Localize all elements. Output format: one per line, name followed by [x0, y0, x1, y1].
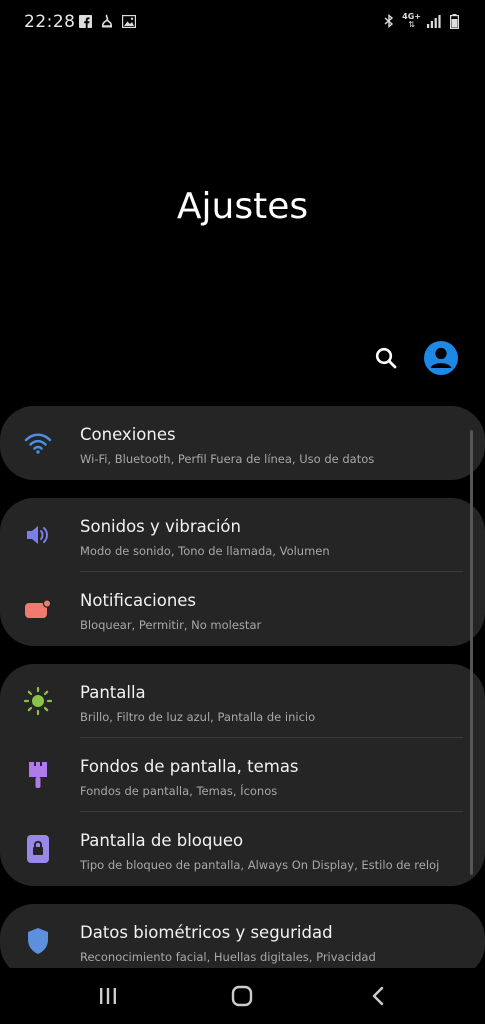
settings-group-display: Pantalla Brillo, Filtro de luz azul, Pan…	[0, 664, 485, 886]
settings-item-pantalla[interactable]: Pantalla Brillo, Filtro de luz azul, Pan…	[0, 664, 485, 738]
settings-item-subtitle: Bloquear, Permitir, No molestar	[80, 618, 262, 632]
settings-item-subtitle: Reconocimiento facial, Huellas digitales…	[80, 950, 376, 964]
brightness-icon	[22, 686, 54, 716]
wifi-icon	[22, 429, 54, 457]
image-icon	[122, 14, 136, 28]
shield-icon	[22, 927, 54, 955]
search-icon[interactable]	[375, 347, 397, 369]
header-actions	[375, 340, 459, 376]
settings-item-title: Notificaciones	[80, 591, 197, 610]
settings-item-title: Pantalla	[80, 683, 146, 702]
settings-group-security: Datos biométricos y seguridad Reconocimi…	[0, 904, 485, 978]
status-time: 22:28	[24, 12, 76, 32]
navigation-bar	[0, 968, 485, 1024]
settings-item-fondos[interactable]: Fondos de pantalla, temas Fondos de pant…	[0, 738, 485, 812]
home-icon[interactable]	[222, 982, 262, 1010]
settings-item-notificaciones[interactable]: Notificaciones Bloquear, Permitir, No mo…	[0, 572, 485, 646]
signal-icon	[427, 14, 441, 28]
settings-item-subtitle: Brillo, Filtro de luz azul, Pantalla de …	[80, 710, 316, 724]
scrollbar[interactable]	[470, 430, 473, 875]
settings-item-title: Datos biométricos y seguridad	[80, 923, 333, 942]
settings-item-sonidos[interactable]: Sonidos y vibración Modo de sonido, Tono…	[0, 498, 485, 572]
lock-icon	[22, 835, 54, 863]
account-icon[interactable]	[423, 340, 459, 376]
settings-item-title: Pantalla de bloqueo	[80, 831, 244, 850]
notification-icon	[22, 595, 54, 623]
settings-item-title: Fondos de pantalla, temas	[80, 757, 299, 776]
facebook-icon	[78, 14, 92, 28]
settings-group-connections: Conexiones Wi-Fi, Bluetooth, Perfil Fuer…	[0, 406, 485, 480]
notification-app-icon	[100, 14, 114, 28]
settings-item-subtitle: Wi-Fi, Bluetooth, Perfil Fuera de línea,…	[80, 452, 375, 466]
page-title: Ajustes	[176, 186, 309, 227]
settings-item-bloqueo[interactable]: Pantalla de bloqueo Tipo de bloqueo de p…	[0, 812, 485, 886]
settings-item-subtitle: Fondos de pantalla, Temas, Íconos	[80, 784, 278, 798]
settings-item-conexiones[interactable]: Conexiones Wi-Fi, Bluetooth, Perfil Fuer…	[0, 406, 485, 480]
volume-icon	[22, 521, 54, 549]
settings-group-sound-notifications: Sonidos y vibración Modo de sonido, Tono…	[0, 498, 485, 646]
network-icon: 4G+ ⇅	[402, 12, 421, 29]
settings-item-title: Conexiones	[80, 425, 176, 444]
settings-item-subtitle: Tipo de bloqueo de pantalla, Always On D…	[80, 858, 440, 872]
brush-icon	[22, 761, 54, 789]
settings-item-title: Sonidos y vibración	[80, 517, 241, 536]
settings-item-biometricos[interactable]: Datos biométricos y seguridad Reconocimi…	[0, 904, 485, 978]
back-icon[interactable]	[358, 982, 398, 1010]
bluetooth-icon	[382, 14, 396, 28]
recents-icon[interactable]	[88, 982, 128, 1010]
settings-item-subtitle: Modo de sonido, Tono de llamada, Volumen	[80, 544, 330, 558]
battery-icon	[447, 13, 461, 29]
status-bar: 22:28 4G+ ⇅	[0, 0, 485, 44]
